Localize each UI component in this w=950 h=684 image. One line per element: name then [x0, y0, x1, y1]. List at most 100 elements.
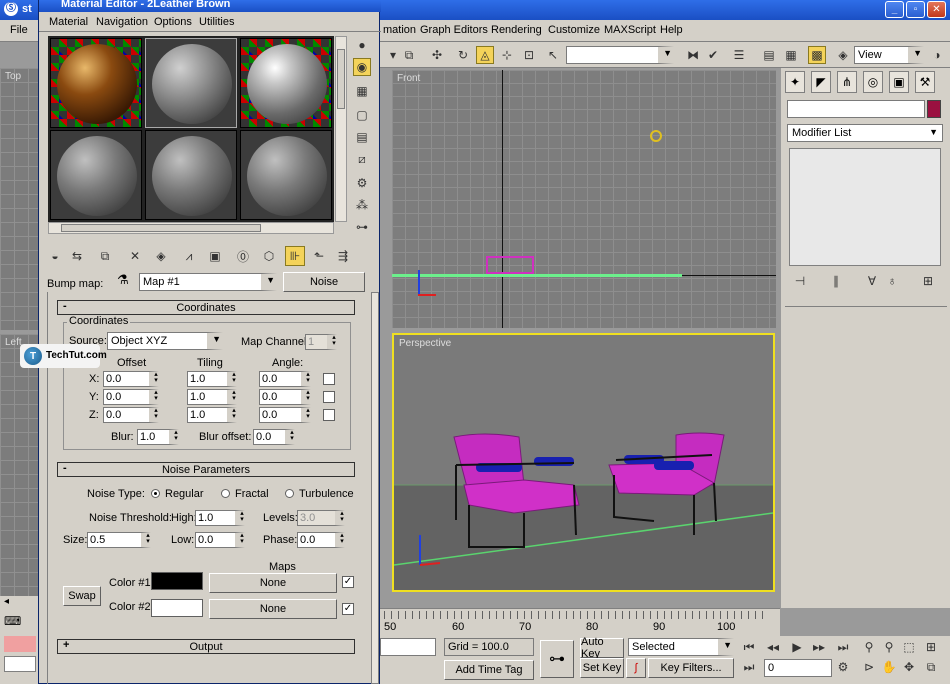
named-selection-combo[interactable]: ▼ — [566, 46, 674, 64]
modifier-stack[interactable] — [789, 148, 941, 266]
layer-icon[interactable]: ☰ — [730, 46, 748, 64]
remove-modifier-icon[interactable]: ♁ — [883, 272, 901, 290]
size-spinner[interactable]: 0.5 — [87, 531, 151, 548]
goto-start-icon[interactable]: ⏮ — [740, 638, 758, 656]
uv-tiling-icon[interactable]: ▢ — [353, 106, 371, 124]
sample-slot-6[interactable] — [240, 130, 332, 220]
add-time-tag-button[interactable]: Add Time Tag — [444, 660, 534, 680]
tile-x-check[interactable] — [323, 373, 335, 385]
zoom-extents-all-icon[interactable]: ⊞ — [922, 638, 940, 656]
pin-stack-icon[interactable]: ⊣ — [791, 272, 809, 290]
tiling-y-spinner[interactable]: 1.0 — [187, 388, 237, 405]
noise-type-regular-radio[interactable] — [151, 489, 160, 498]
material-map-navigator-icon[interactable]: ⊶ — [353, 218, 371, 236]
show-end-result-icon[interactable]: ⊪ — [285, 246, 305, 266]
make-preview-icon[interactable]: ⧄ — [353, 150, 371, 168]
angle-x-spinner[interactable]: 0.0 — [259, 370, 311, 387]
copy-material-icon[interactable]: ◈ — [151, 246, 171, 266]
noise-type-fractal-radio[interactable] — [221, 489, 230, 498]
maximize-button[interactable]: ▫ — [906, 1, 925, 18]
sample-slots-vscroll[interactable] — [335, 36, 347, 222]
viewport-top-label[interactable]: Top — [5, 71, 21, 82]
viewport-left[interactable]: Left — [0, 334, 40, 596]
menu-help[interactable]: Help — [660, 24, 683, 36]
make-unique-icon[interactable]: ∀ — [863, 272, 881, 290]
viewport-front[interactable]: Front — [392, 70, 776, 328]
me-menu-material[interactable]: Material — [49, 16, 88, 28]
previous-frame-icon[interactable]: ◂◂ — [764, 638, 782, 656]
phase-spinner[interactable]: 0.0 — [297, 531, 345, 548]
sample-slot-5[interactable] — [145, 130, 237, 220]
material-effects-channel-icon[interactable]: ⓪ — [233, 246, 253, 266]
go-forward-sibling-icon[interactable]: ⇶ — [333, 246, 353, 266]
hierarchy-tab-icon[interactable]: ⋔ — [837, 71, 857, 93]
sample-type-icon[interactable]: ● — [353, 36, 371, 54]
coord-field[interactable] — [380, 638, 436, 656]
modify-tab-icon[interactable]: ◤ — [811, 71, 831, 93]
select-by-material-icon[interactable]: ⁂ — [353, 196, 371, 214]
display-tab-icon[interactable]: ▣ — [889, 71, 909, 93]
object-color-swatch[interactable] — [927, 100, 941, 118]
configure-sets-icon[interactable]: ⊞ — [919, 272, 937, 290]
tile-z-check[interactable] — [323, 409, 335, 421]
angle-y-spinner[interactable]: 0.0 — [259, 388, 311, 405]
select-link-icon[interactable]: ↖ — [544, 46, 562, 64]
angle-z-spinner[interactable]: 0.0 — [259, 406, 311, 423]
goto-end-icon[interactable]: ⏭ — [834, 638, 852, 656]
menu-rendering[interactable]: Rendering — [491, 24, 542, 36]
tiling-z-spinner[interactable]: 1.0 — [187, 406, 237, 423]
mirror-icon[interactable]: ⧓ — [684, 46, 702, 64]
put-to-library-icon[interactable]: ▣ — [205, 246, 225, 266]
me-menu-options[interactable]: Options — [154, 16, 192, 28]
script-listener-icon[interactable]: ⌨ — [4, 614, 34, 630]
front-chairs[interactable] — [486, 256, 534, 274]
render-scene-icon[interactable]: ◈ — [834, 46, 852, 64]
motion-tab-icon[interactable]: ◎ — [863, 71, 883, 93]
viewport-perspective[interactable]: Perspective — [392, 333, 775, 592]
show-map-in-viewport-icon[interactable]: ⬡ — [259, 246, 279, 266]
sample-slots-hscroll[interactable] — [48, 222, 334, 234]
color1-swatch[interactable] — [151, 572, 203, 590]
reference-coord-icon[interactable]: ⊹ — [498, 46, 516, 64]
go-to-parent-icon[interactable]: ⬑ — [309, 246, 329, 266]
zoom-extents-icon[interactable]: ⬚ — [900, 638, 918, 656]
backlight-icon[interactable]: ◉ — [353, 58, 371, 76]
show-end-result-icon[interactable]: ∥ — [827, 272, 845, 290]
set-key-button[interactable]: Set Key — [580, 658, 624, 678]
current-frame-field[interactable]: 0 — [764, 659, 832, 677]
minimize-button[interactable]: _ — [885, 1, 904, 18]
play-icon[interactable]: ▶ — [788, 638, 806, 656]
swap-button[interactable]: Swap — [63, 586, 101, 606]
material-editor-icon[interactable]: ▩ — [808, 46, 826, 64]
noise-rollout-header[interactable]: - Noise Parameters — [57, 462, 355, 477]
offset-z-spinner[interactable]: 0.0 — [103, 406, 159, 423]
map-name-field[interactable]: Map #1 ▼ — [139, 273, 277, 291]
window-crossing-icon[interactable]: ⧉ — [400, 46, 418, 64]
make-unique-material-icon[interactable]: ⩘ — [179, 246, 199, 266]
zoom-all-icon[interactable]: ⚲ — [880, 638, 898, 656]
menu-customize[interactable]: Customize — [548, 24, 600, 36]
blur-spinner[interactable]: 1.0 — [137, 428, 179, 445]
color2-map-button[interactable]: None — [209, 599, 337, 619]
pivot-icon[interactable]: ⊡ — [520, 46, 538, 64]
color2-map-enable-check[interactable]: ✓ — [342, 603, 354, 615]
scroll-left-icon[interactable]: ◂ — [4, 596, 18, 610]
quick-render-icon[interactable]: ◑ — [928, 46, 946, 64]
pan-icon[interactable]: ✋ — [880, 658, 898, 676]
low-spinner[interactable]: 0.0 — [195, 531, 245, 548]
rollout-scrollbar[interactable] — [371, 292, 379, 684]
offset-y-spinner[interactable]: 0.0 — [103, 388, 159, 405]
sample-slot-1[interactable] — [50, 38, 142, 128]
color1-map-button[interactable]: None — [209, 573, 337, 593]
me-menu-navigation[interactable]: Navigation — [96, 16, 148, 28]
zoom-icon[interactable]: ⚲ — [860, 638, 878, 656]
background-icon[interactable]: ▦ — [353, 82, 371, 100]
viewport-front-label[interactable]: Front — [397, 73, 420, 84]
key-mode-icon[interactable]: ⏭ — [740, 658, 758, 676]
utilities-tab-icon[interactable]: ⚒ — [915, 71, 935, 93]
menu-maxscript[interactable]: MAXScript — [604, 24, 656, 36]
offset-x-spinner[interactable]: 0.0 — [103, 370, 159, 387]
auto-key-button[interactable]: Auto Key — [580, 636, 624, 660]
render-type-combo[interactable]: View ▼ — [854, 46, 924, 64]
options-icon[interactable]: ⚙ — [353, 174, 371, 192]
